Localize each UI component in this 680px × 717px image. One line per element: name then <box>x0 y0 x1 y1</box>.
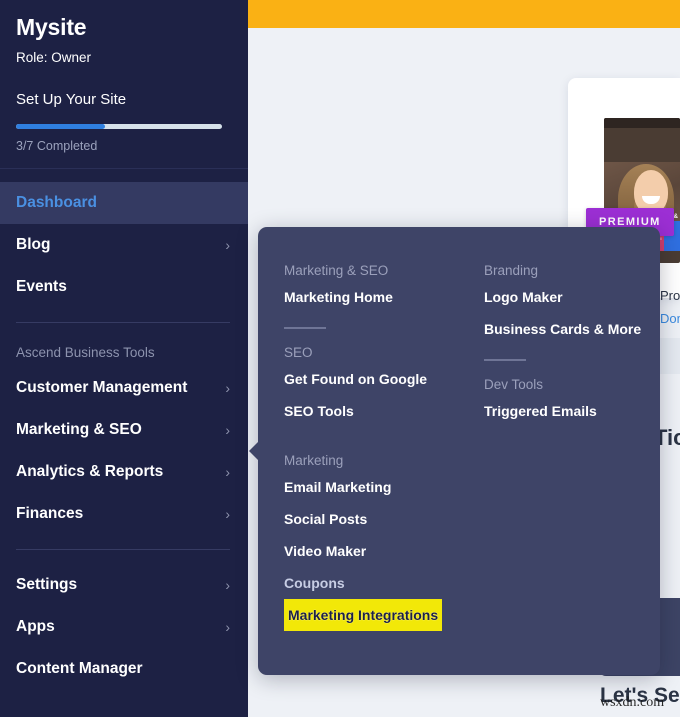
sidebar-item-analytics-reports[interactable]: Analytics & Reports › <box>0 451 248 493</box>
sidebar-nav: Dashboard Blog › Events Ascend Business … <box>0 182 248 690</box>
chevron-right-icon: › <box>225 380 230 396</box>
flyout-pointer-arrow-icon <box>249 441 259 461</box>
flyout-heading-marketing-seo: Marketing & SEO <box>284 262 389 278</box>
connect-domain-link[interactable]: Dom <box>660 311 680 326</box>
flyout-item-coupons[interactable]: Coupons <box>284 567 474 599</box>
chevron-right-icon: › <box>225 619 230 635</box>
app-root: Emp & Our Mission Helping hands & goodwi… <box>0 0 680 717</box>
chevron-right-icon: › <box>225 577 230 593</box>
sidebar: Mysite Role: Owner Set Up Your Site 3/7 … <box>0 0 248 717</box>
flyout-item-video-maker[interactable]: Video Maker <box>284 535 474 567</box>
setup-progress-fill <box>16 124 105 129</box>
chevron-right-icon: › <box>225 422 230 438</box>
watermark: wsxdn.com <box>600 695 665 710</box>
flyout-item-triggered-emails[interactable]: Triggered Emails <box>484 395 649 427</box>
sidebar-header: Mysite Role: Owner Set Up Your Site 3/7 … <box>0 0 248 153</box>
flyout-item-label: Marketing Integrations <box>284 606 443 624</box>
flyout-rule-left-1 <box>284 327 326 329</box>
sidebar-group-label-ascend: Ascend Business Tools <box>16 344 155 360</box>
thumbnail-header-bar <box>604 118 680 128</box>
sidebar-item-label: Settings <box>16 576 78 593</box>
flyout-column-left: Marketing & SEO Marketing Home SEO Get F… <box>284 247 474 631</box>
sidebar-item-label: Blog <box>16 236 51 253</box>
flyout-item-email-marketing[interactable]: Email Marketing <box>284 471 474 503</box>
setup-progress-label: 3/7 Completed <box>16 139 98 153</box>
sidebar-item-apps[interactable]: Apps › <box>0 606 248 648</box>
sidebar-item-label: Customer Management <box>16 379 188 396</box>
sidebar-item-label: Dashboard <box>16 194 97 211</box>
sidebar-item-label: Marketing & SEO <box>16 421 142 438</box>
flyout-heading-dev-tools: Dev Tools <box>484 376 544 392</box>
sidebar-divider-1 <box>16 322 230 323</box>
chevron-right-icon: › <box>225 237 230 253</box>
sidebar-item-label: Content Manager <box>16 660 143 677</box>
site-title: Mysite <box>16 14 87 40</box>
site-plan-label: Pro <box>660 288 680 303</box>
sidebar-item-marketing-seo[interactable]: Marketing & SEO › <box>0 409 248 451</box>
flyout-heading-marketing: Marketing <box>284 452 344 468</box>
flyout-item-marketing-home[interactable]: Marketing Home <box>284 281 474 313</box>
user-role: Role: Owner <box>16 50 92 65</box>
site-info-block: Pro Dom <box>660 288 680 326</box>
flyout-item-seo-tools[interactable]: SEO Tools <box>284 395 474 427</box>
sidebar-item-content-manager[interactable]: Content Manager <box>0 648 248 690</box>
marketing-seo-flyout-menu: Marketing & SEO Marketing Home SEO Get F… <box>249 227 660 675</box>
sidebar-item-events[interactable]: Events <box>0 266 248 308</box>
chevron-right-icon: › <box>225 464 230 480</box>
content-placeholder-strip <box>660 338 680 374</box>
sidebar-item-settings[interactable]: Settings › <box>0 564 248 606</box>
flyout-heading-branding: Branding <box>484 262 539 278</box>
sidebar-divider-2 <box>16 549 230 550</box>
setup-title[interactable]: Set Up Your Site <box>16 91 232 108</box>
sidebar-item-label: Analytics & Reports <box>16 463 164 480</box>
flyout-item-logo-maker[interactable]: Logo Maker <box>484 281 649 313</box>
chevron-right-icon: › <box>225 506 230 522</box>
sidebar-item-blog[interactable]: Blog › <box>0 224 248 266</box>
sidebar-item-finances[interactable]: Finances › <box>0 493 248 535</box>
sidebar-item-label: Finances <box>16 505 84 522</box>
top-orange-bar <box>248 0 680 28</box>
sidebar-item-label: Apps <box>16 618 55 635</box>
sidebar-item-label: Events <box>16 278 67 295</box>
flyout-item-get-found-on-google[interactable]: Get Found on Google <box>284 363 474 395</box>
sidebar-item-customer-management[interactable]: Customer Management › <box>0 367 248 409</box>
setup-progress-bar <box>16 124 222 129</box>
flyout-heading-seo: SEO <box>284 344 313 360</box>
flyout-column-right: Branding Logo Maker Business Cards & Mor… <box>484 247 649 427</box>
flyout-item-business-cards-more[interactable]: Business Cards & More <box>484 313 649 345</box>
sidebar-divider-top <box>0 168 248 169</box>
flyout-rule-right-1 <box>484 359 526 361</box>
flyout-item-social-posts[interactable]: Social Posts <box>284 503 474 535</box>
flyout-item-marketing-integrations[interactable]: Marketing Integrations <box>284 599 443 631</box>
sidebar-item-dashboard[interactable]: Dashboard <box>0 182 248 224</box>
